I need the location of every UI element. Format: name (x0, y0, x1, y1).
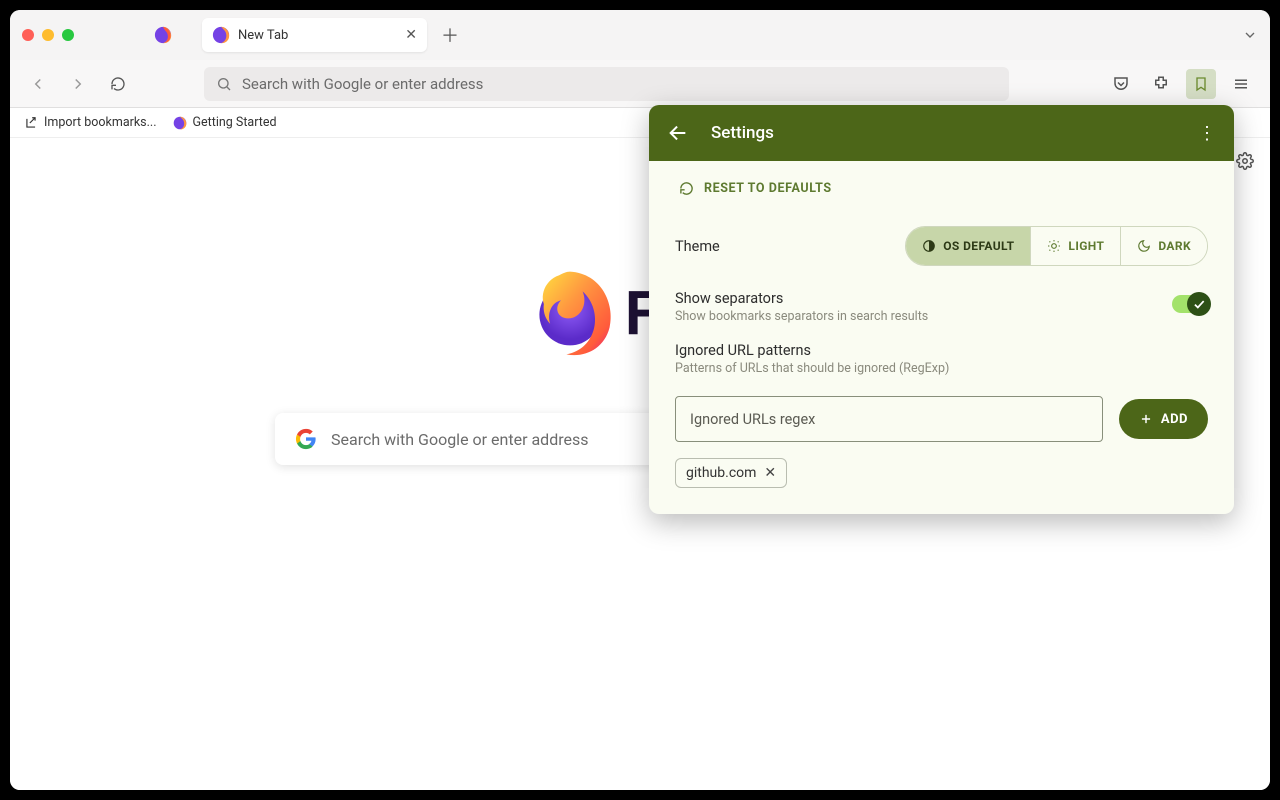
ignored-section: Ignored URL patterns Patterns of URLs th… (675, 342, 1208, 376)
browser-tab[interactable]: New Tab ✕ (202, 18, 427, 52)
firefox-icon (173, 116, 187, 130)
panel-body: RESET TO DEFAULTS Theme OS DEFAULT LIGHT (649, 161, 1234, 514)
sun-icon (1047, 239, 1061, 253)
page-content: F Search with Google or enter address Se… (10, 138, 1270, 790)
theme-dark-label: DARK (1158, 239, 1191, 253)
separators-title: Show separators (675, 290, 928, 307)
reset-label: RESET TO DEFAULTS (704, 181, 832, 196)
address-placeholder: Search with Google or enter address (242, 75, 483, 93)
browser-window: New Tab ✕ ＋ Search with Google or enter … (10, 10, 1270, 790)
newtab-settings-icon[interactable] (1236, 152, 1254, 170)
newtab-search-placeholder: Search with Google or enter address (331, 430, 589, 449)
nav-toolbar: Search with Google or enter address (10, 60, 1270, 108)
theme-dark-button[interactable]: DARK (1120, 227, 1207, 265)
panel-title: Settings (711, 123, 774, 143)
reset-icon (679, 181, 694, 196)
separators-row: Show separators Show bookmarks separator… (675, 284, 1208, 324)
settings-panel: Settings ⋮ RESET TO DEFAULTS Theme OS DE… (649, 105, 1234, 514)
minimize-window-button[interactable] (42, 29, 54, 41)
theme-row: Theme OS DEFAULT LIGHT DARK (675, 226, 1208, 266)
add-label: ADD (1161, 412, 1188, 427)
panel-header: Settings ⋮ (649, 105, 1234, 161)
google-icon (295, 428, 317, 450)
chip-github: github.com ✕ (675, 458, 787, 488)
search-icon (216, 76, 232, 92)
ignored-regex-input[interactable] (675, 396, 1103, 442)
ignored-title: Ignored URL patterns (675, 342, 1208, 359)
reset-defaults-button[interactable]: RESET TO DEFAULTS (679, 181, 1208, 196)
window-controls (22, 29, 74, 41)
import-bookmarks-label: Import bookmarks... (44, 115, 157, 130)
bookmark-extension-icon[interactable] (1186, 69, 1216, 99)
hamburger-menu-icon[interactable] (1226, 69, 1256, 99)
separators-desc: Show bookmarks separators in search resu… (675, 309, 928, 324)
ignored-chips: github.com ✕ (675, 458, 1208, 488)
remove-chip-icon[interactable]: ✕ (764, 465, 776, 481)
ignored-input-row: ADD (675, 396, 1208, 442)
theme-light-label: LIGHT (1068, 239, 1104, 253)
maximize-window-button[interactable] (62, 29, 74, 41)
tab-title: New Tab (238, 28, 288, 43)
theme-os-default-button[interactable]: OS DEFAULT (906, 227, 1030, 265)
import-bookmarks-button[interactable]: Import bookmarks... (24, 115, 157, 130)
chip-label: github.com (686, 465, 756, 481)
plus-icon (1139, 412, 1153, 426)
separators-text: Show separators Show bookmarks separator… (675, 290, 928, 324)
reload-button[interactable] (104, 70, 132, 98)
theme-label: Theme (675, 238, 720, 255)
close-window-button[interactable] (22, 29, 34, 41)
pocket-icon[interactable] (1106, 69, 1136, 99)
tabs-dropdown-icon[interactable] (1242, 27, 1258, 43)
back-button[interactable] (24, 70, 52, 98)
ignored-desc: Patterns of URLs that should be ignored … (675, 361, 1208, 376)
toolbar-right (1106, 69, 1256, 99)
check-icon (1187, 292, 1211, 316)
firefox-icon (212, 26, 230, 44)
titlebar: New Tab ✕ ＋ (10, 10, 1270, 60)
forward-button[interactable] (64, 70, 92, 98)
import-icon (24, 116, 38, 130)
theme-light-button[interactable]: LIGHT (1030, 227, 1120, 265)
new-tab-button[interactable]: ＋ (441, 22, 459, 48)
more-menu-icon[interactable]: ⋮ (1198, 123, 1216, 144)
address-bar[interactable]: Search with Google or enter address (204, 67, 1009, 101)
firefox-logo: F (525, 268, 658, 358)
getting-started-bookmark[interactable]: Getting Started (173, 115, 277, 130)
theme-os-label: OS DEFAULT (943, 239, 1014, 253)
moon-icon (1137, 239, 1151, 253)
add-button[interactable]: ADD (1119, 399, 1208, 439)
back-icon[interactable] (667, 122, 689, 144)
close-tab-icon[interactable]: ✕ (405, 27, 417, 43)
extensions-icon[interactable] (1146, 69, 1176, 99)
auto-icon (922, 239, 936, 253)
firefox-icon (154, 26, 172, 44)
theme-segmented: OS DEFAULT LIGHT DARK (905, 226, 1208, 266)
getting-started-label: Getting Started (193, 115, 277, 130)
separators-toggle[interactable] (1172, 295, 1208, 313)
